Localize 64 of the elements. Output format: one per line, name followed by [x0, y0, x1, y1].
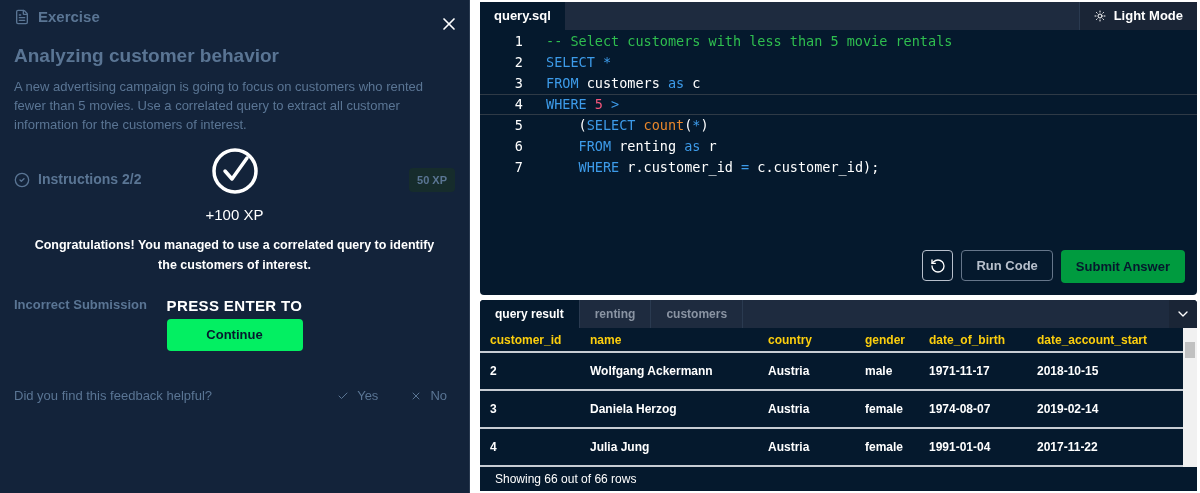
- feedback-title: Incorrect Submission: [14, 297, 147, 312]
- column-header: name: [589, 331, 623, 349]
- table-cell-text: male: [864, 363, 894, 380]
- table-cell-text: 2017-11-22: [1036, 439, 1099, 456]
- exercise-title: Analyzing customer behavior: [14, 44, 280, 68]
- column-header: country: [767, 331, 813, 349]
- table-cell-text: 2019-02-14: [1036, 401, 1100, 418]
- line-number: 7: [513, 158, 524, 177]
- code-line: WHERE 5 >: [546, 95, 620, 114]
- submit-answer-button[interactable]: Submit Answer: [1060, 250, 1185, 283]
- table-cell-text: 2018-10-15: [1036, 363, 1100, 380]
- circle-check-icon: [14, 171, 30, 188]
- xp-badge: 50 XP: [409, 167, 455, 192]
- table-cell-text: Daniela Herzog: [589, 401, 678, 418]
- line-number: 1: [513, 32, 524, 51]
- table-cell-text: 4: [489, 439, 498, 456]
- press-enter-label: PRESS ENTER TO: [166, 295, 303, 316]
- line-number: 6: [513, 137, 524, 156]
- line-number: 4: [513, 95, 524, 114]
- code-line: (SELECT count(*): [577, 116, 709, 135]
- xp-reward: +100 XP: [205, 205, 264, 225]
- code-line: FROM customers as c: [546, 74, 701, 93]
- reset-icon: [929, 257, 946, 274]
- table-cell-text: Austria: [767, 439, 811, 456]
- instructions-title: Instructions 2/2: [38, 170, 142, 190]
- column-header: gender: [864, 331, 906, 349]
- check-circle-icon: [210, 147, 259, 195]
- exercise-description: A new advertising campaign is going to focus on customers who rented fewer than 5 movies. Use a correlated query to extract all customer information for the customers of interest.: [14, 77, 424, 134]
- sun-icon: [1093, 10, 1106, 22]
- line-number: 5: [513, 116, 524, 135]
- table-cell-text: female: [864, 439, 905, 456]
- result-tab[interactable]: query result: [480, 300, 580, 328]
- column-header: date_of_birth: [928, 331, 1006, 349]
- table-cell-text: 1991-01-04: [928, 439, 992, 456]
- editor-tab[interactable]: query.sql: [480, 2, 565, 30]
- code-line: SELECT *: [546, 53, 612, 72]
- line-number: 3: [513, 74, 524, 93]
- line-number: 2: [513, 53, 524, 72]
- table-cell-text: 1971-11-17: [928, 363, 991, 380]
- column-header: customer_id: [489, 331, 563, 349]
- table-cell-text: 1974-08-07: [928, 401, 992, 418]
- table-cell-text: Austria: [767, 401, 811, 418]
- code-line: -- Select customers with less than 5 movie rentals: [546, 32, 953, 51]
- scrollbar[interactable]: [1183, 328, 1197, 467]
- table-cell-text: Wolfgang Ackermann: [589, 363, 714, 380]
- panel-title: Exercise: [38, 6, 100, 27]
- table-cell-text: female: [864, 401, 905, 418]
- table-cell-text: Julia Jung: [589, 439, 651, 456]
- congratulations-message: Congratulations! You managed to use a correlated query to identify the customers of interest.: [33, 236, 436, 274]
- run-code-button[interactable]: Run Code: [961, 250, 1053, 281]
- feedback-question: Did you find this feedback helpful?: [14, 387, 213, 405]
- reset-button[interactable]: [922, 250, 954, 281]
- table-cell-text: Austria: [767, 363, 811, 380]
- code-line: WHERE r.customer_id = c.customer_id);: [577, 158, 880, 177]
- table-cell-text: 2: [489, 363, 498, 380]
- result-tab[interactable]: customers: [651, 300, 744, 328]
- code-line: FROM renting as r: [577, 137, 717, 156]
- continue-button[interactable]: Continue: [166, 319, 303, 351]
- collapse-button[interactable]: [1169, 300, 1197, 328]
- light-mode-button[interactable]: Light Mode: [1078, 2, 1197, 30]
- result-tab[interactable]: renting: [579, 300, 652, 328]
- table-cell-text: 3: [489, 401, 498, 418]
- column-header: date_account_start: [1036, 331, 1149, 349]
- document-icon: [14, 9, 30, 25]
